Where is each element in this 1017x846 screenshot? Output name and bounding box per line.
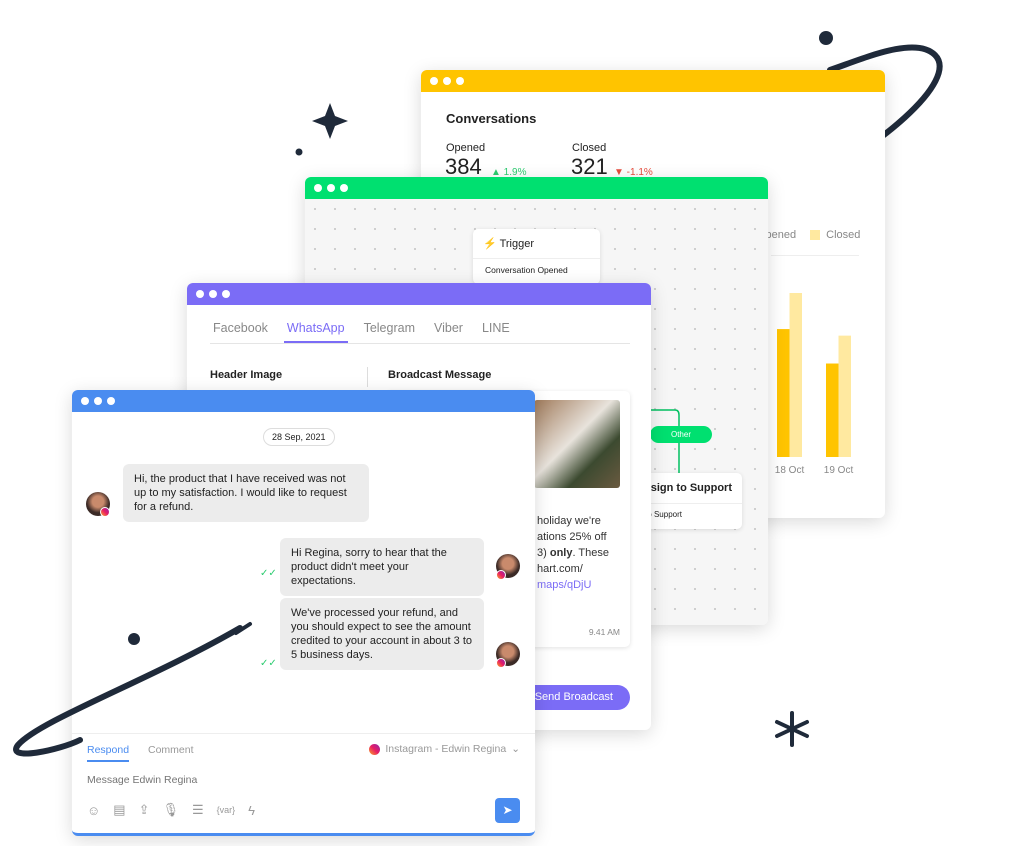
branch-other[interactable]: Other [650, 426, 712, 443]
agent-message: We've processed your refund, and you sho… [280, 598, 484, 670]
tab-viber[interactable]: Viber [431, 321, 466, 343]
send-button[interactable]: ➤ [495, 798, 520, 823]
window-titlebar [421, 70, 885, 92]
tab-comment[interactable]: Comment [148, 744, 194, 756]
x-tick-label: 19 Oct [824, 465, 854, 476]
tab-whatsapp[interactable]: WhatsApp [283, 321, 348, 343]
emoji-icon[interactable]: ☺ [87, 803, 100, 818]
tab-telegram[interactable]: Telegram [361, 321, 418, 343]
lightning-icon: ⚡ [483, 238, 497, 250]
read-check-icon: ✓✓ [260, 658, 277, 669]
closed-label: Closed [572, 142, 607, 154]
bar-closed [789, 293, 802, 457]
channel-tabs: Facebook WhatsApp Telegram Viber LINE [210, 321, 630, 344]
message-link[interactable]: maps/qDjU [537, 577, 609, 593]
variable-icon[interactable]: {var} [217, 805, 236, 815]
x-tick-label: 18 Oct [775, 465, 805, 476]
bar-opened [826, 363, 839, 457]
window-titlebar [72, 390, 535, 412]
date-pill: 28 Sep, 2021 [263, 428, 335, 446]
window-titlebar [187, 283, 651, 305]
instagram-icon [369, 743, 381, 755]
instagram-icon [496, 570, 506, 580]
message-time: 9.41 AM [588, 627, 620, 637]
trigger-node[interactable]: ⚡ Trigger Conversation Opened [473, 229, 600, 284]
agent-message: Hi Regina, sorry to hear that the produc… [280, 538, 484, 596]
document-icon[interactable]: ☰ [192, 802, 204, 818]
message-input[interactable] [87, 774, 387, 786]
opened-label: Opened [446, 142, 486, 154]
bar-closed [838, 335, 851, 457]
chat-window: 28 Sep, 2021 Hi, the product that I have… [72, 390, 535, 836]
composer-toolbar: ☺ ▤ ⇪ 🎙︎ ☰ {var} ϟ [87, 802, 255, 818]
customer-message: Hi, the product that I have received was… [123, 464, 369, 522]
tab-respond[interactable]: Respond [87, 744, 130, 762]
chevron-down-icon: ⌄ [511, 743, 520, 755]
header-image [534, 400, 620, 488]
upload-icon[interactable]: ⇪ [139, 802, 150, 818]
broadcast-message-label: Broadcast Message [388, 369, 492, 381]
tab-facebook[interactable]: Facebook [210, 321, 271, 343]
tab-line[interactable]: LINE [479, 321, 513, 343]
analytics-title: Conversations [446, 111, 537, 126]
channel-select[interactable]: Instagram - Edwin Regina ⌄ [369, 743, 520, 755]
header-image-label: Header Image [210, 369, 283, 381]
bar-opened [777, 329, 790, 457]
bar-chart: 18 Oct 19 Oct [775, 293, 854, 476]
window-titlebar [305, 177, 768, 199]
microphone-icon[interactable]: 🎙︎ [162, 802, 179, 818]
instagram-icon [100, 507, 110, 517]
read-check-icon: ✓✓ [260, 568, 277, 579]
clipboard-icon[interactable]: ▤ [113, 802, 125, 818]
instagram-icon [496, 658, 506, 668]
lightning-icon[interactable]: ϟ [248, 803, 255, 818]
